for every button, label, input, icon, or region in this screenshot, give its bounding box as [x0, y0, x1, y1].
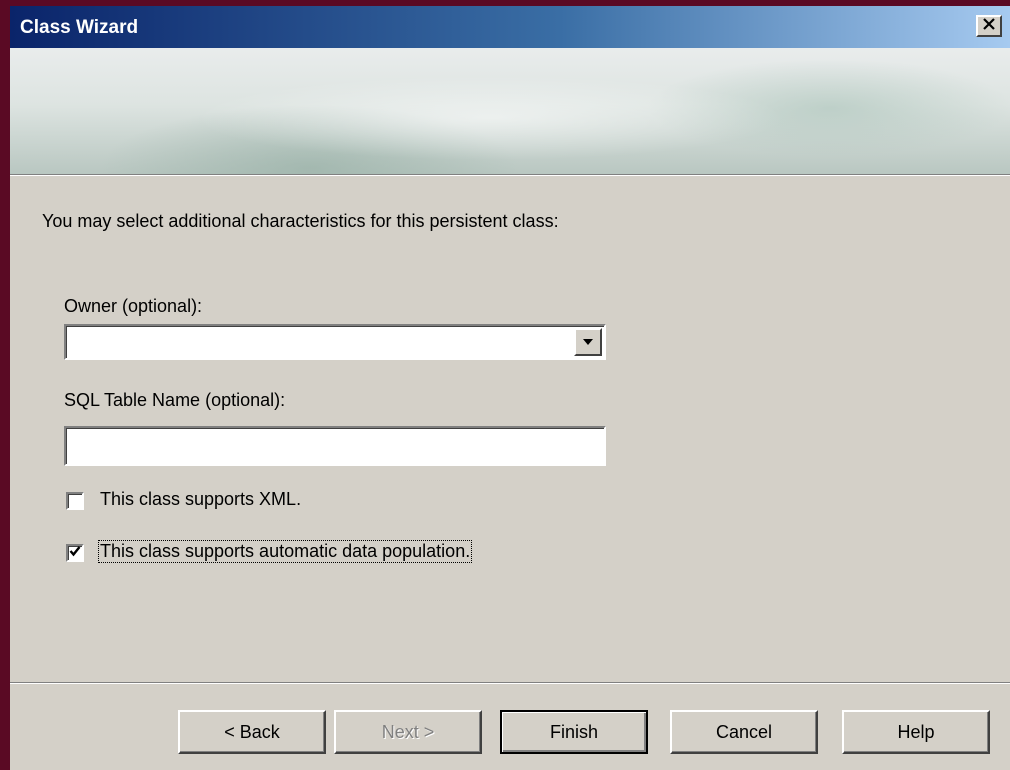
sql-table-name-input[interactable] — [64, 426, 606, 466]
wizard-banner-image — [10, 48, 1010, 174]
intro-text: You may select additional characteristic… — [42, 211, 559, 231]
close-icon — [982, 17, 996, 35]
title-bar: Class Wizard — [10, 6, 1010, 48]
close-button[interactable] — [976, 15, 1002, 37]
xml-support-label[interactable]: This class supports XML. — [100, 489, 301, 510]
back-button[interactable]: < Back — [178, 710, 326, 754]
class-wizard-dialog: Class Wizard You may select additional c… — [10, 6, 1010, 770]
footer-divider — [10, 682, 1010, 684]
help-button[interactable]: Help — [842, 710, 990, 754]
check-icon — [69, 544, 81, 562]
next-button[interactable]: Next > — [334, 710, 482, 754]
owner-dropdown[interactable] — [64, 324, 606, 360]
xml-support-checkbox[interactable] — [66, 492, 84, 510]
chevron-down-icon — [582, 333, 594, 351]
finish-button[interactable]: Finish — [500, 710, 648, 754]
owner-label: Owner (optional): — [64, 296, 203, 316]
data-population-checkbox[interactable] — [66, 544, 84, 562]
owner-dropdown-button[interactable] — [574, 328, 602, 356]
cancel-button[interactable]: Cancel — [670, 710, 818, 754]
window-title: Class Wizard — [20, 17, 139, 38]
data-population-label[interactable]: This class supports automatic data popul… — [98, 540, 473, 563]
sql-table-label: SQL Table Name (optional): — [64, 390, 286, 410]
banner-divider — [10, 174, 1010, 176]
